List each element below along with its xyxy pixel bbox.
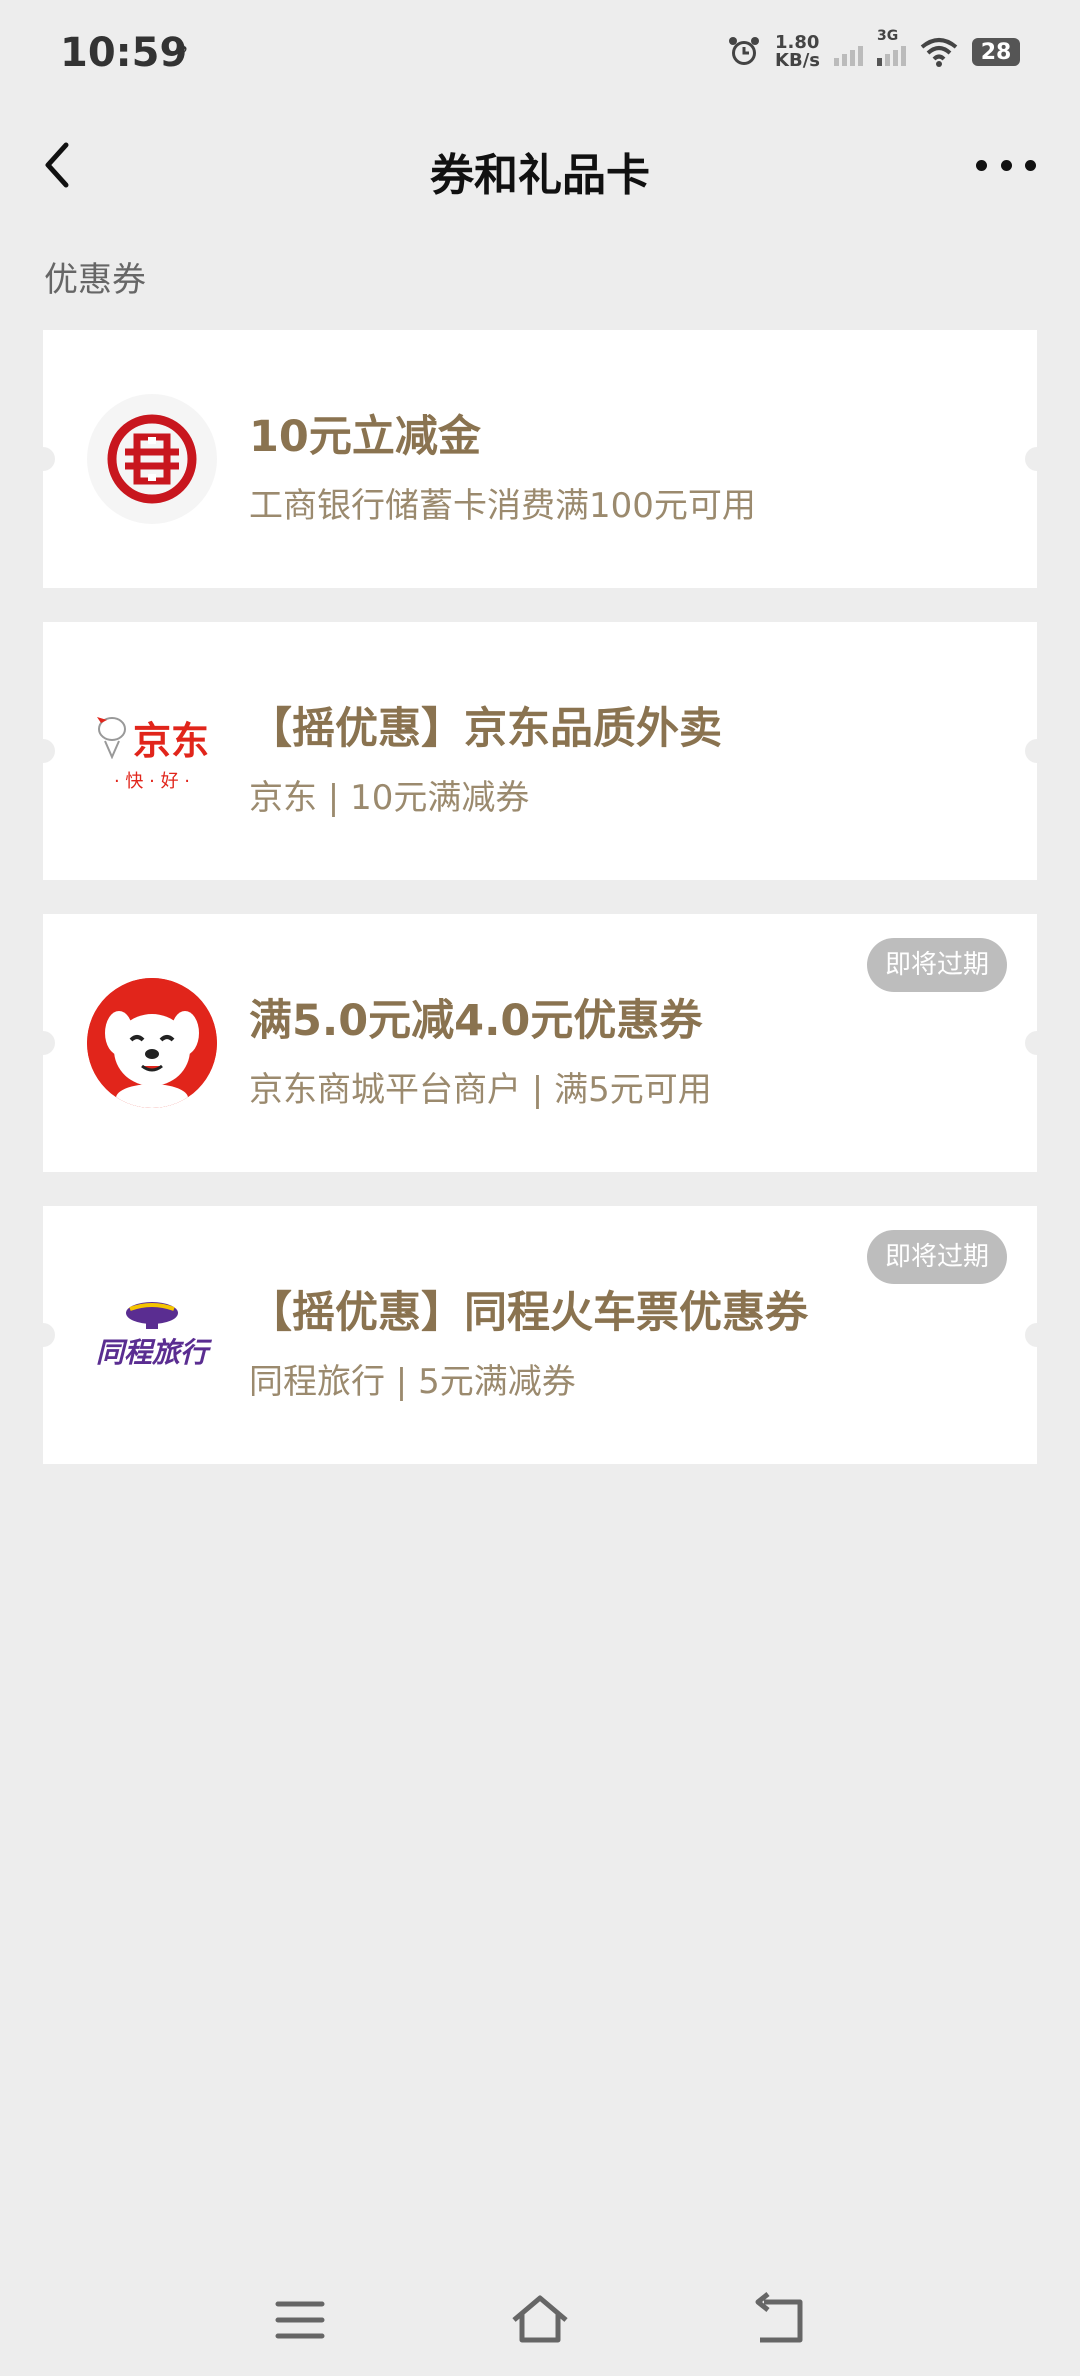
coupon-card-icbc[interactable]: 10元立减金 工商银行储蓄卡消费满100元可用 bbox=[31, 330, 1049, 588]
nav-bar: 券和礼品卡 bbox=[0, 115, 1080, 215]
coupon-subtitle: 同程旅行 | 5元满减券 bbox=[249, 1362, 576, 1402]
menu-icon[interactable] bbox=[270, 2290, 330, 2350]
card-notch bbox=[31, 1323, 55, 1347]
jd-logo-text: 京东 bbox=[132, 718, 209, 763]
coupon-card-jd-mall[interactable]: 即将过期 满5.0元减4.0元优惠券 京东商城平台商户 | 满5元可用 bbox=[31, 914, 1049, 1172]
card-notch bbox=[1025, 447, 1049, 471]
signal-icon bbox=[834, 38, 863, 66]
coupon-subtitle: 京东商城平台商户 | 满5元可用 bbox=[249, 1070, 712, 1110]
tiktok-icon: ♪ bbox=[170, 38, 190, 73]
coupon-subtitle: 工商银行储蓄卡消费满100元可用 bbox=[249, 486, 756, 526]
more-icon[interactable] bbox=[976, 145, 1036, 185]
card-notch bbox=[1025, 1323, 1049, 1347]
coupon-card-jd-takeout[interactable]: 京东 · 快 · 好 · 【摇优惠】京东品质外卖 京东 | 10元满减券 bbox=[31, 622, 1049, 880]
status-time: 10:59 bbox=[60, 30, 188, 76]
net-speed-unit: KB/s bbox=[775, 50, 820, 71]
blimp-icon bbox=[126, 1302, 178, 1329]
expiring-badge: 即将过期 bbox=[866, 1230, 1007, 1284]
back-nav-icon[interactable] bbox=[750, 2290, 810, 2350]
coupon-title: 10元立减金 bbox=[249, 412, 481, 462]
battery-icon: 28 bbox=[972, 38, 1020, 66]
home-icon[interactable] bbox=[510, 2290, 570, 2350]
tongcheng-logo-text: 同程旅行 bbox=[95, 1336, 208, 1369]
status-bar: 10:59 ♪ 1.80 KB/s 3G 28 bbox=[0, 0, 1080, 115]
jd-dog-icon bbox=[96, 717, 126, 759]
coupon-title: 【摇优惠】京东品质外卖 bbox=[249, 704, 722, 754]
page-title: 券和礼品卡 bbox=[430, 150, 650, 201]
status-icons: 1.80 KB/s 3G 28 bbox=[727, 28, 1020, 70]
system-nav-bar bbox=[0, 2250, 1080, 2370]
card-notch bbox=[1025, 739, 1049, 763]
signal-3g: 3G bbox=[877, 28, 906, 66]
coupon-card-tongcheng[interactable]: 即将过期 同程旅行 【摇优惠】同程火车票优惠券 同程旅行 | 5元满减券 bbox=[31, 1206, 1049, 1464]
card-notch bbox=[31, 1031, 55, 1055]
wifi-icon bbox=[920, 38, 958, 67]
expiring-badge: 即将过期 bbox=[866, 938, 1007, 992]
coupon-title: 满5.0元减4.0元优惠券 bbox=[249, 996, 703, 1046]
jd-logo-slogan: · 快 · 好 · bbox=[113, 770, 191, 792]
card-notch bbox=[31, 739, 55, 763]
coupon-subtitle: 京东 | 10元满减券 bbox=[249, 778, 530, 818]
jd-dog-logo-icon bbox=[87, 978, 217, 1108]
card-notch bbox=[1025, 1031, 1049, 1055]
network-type: 3G bbox=[877, 28, 899, 44]
icbc-logo-icon bbox=[87, 394, 217, 524]
coupon-title: 【摇优惠】同程火车票优惠券 bbox=[249, 1288, 808, 1338]
alarm-icon bbox=[729, 37, 760, 65]
jd-takeout-logo-icon: 京东 · 快 · 好 · bbox=[87, 686, 217, 816]
card-notch bbox=[31, 447, 55, 471]
net-speed: 1.80 KB/s bbox=[775, 34, 820, 70]
tongcheng-logo-icon: 同程旅行 bbox=[87, 1270, 217, 1400]
section-title: 优惠券 bbox=[44, 260, 146, 300]
